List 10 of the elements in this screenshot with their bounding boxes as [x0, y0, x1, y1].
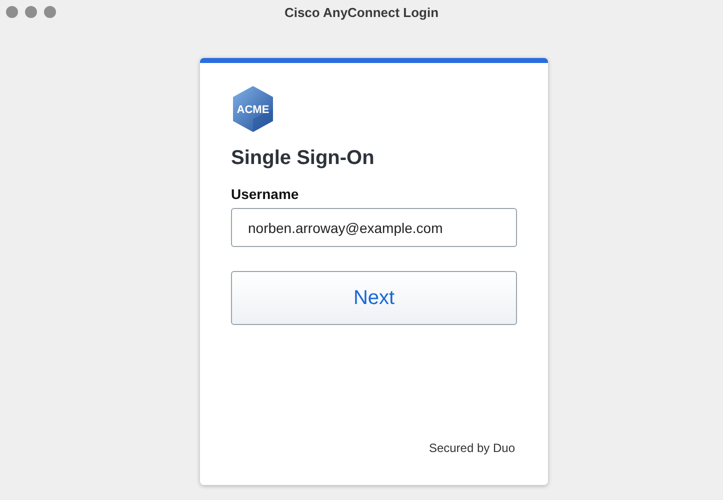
close-button[interactable]: [6, 6, 18, 18]
window-title: Cisco AnyConnect Login: [284, 5, 439, 20]
zoom-button[interactable]: [44, 6, 56, 18]
heading: Single Sign-On: [231, 147, 374, 170]
next-button[interactable]: Next: [231, 271, 517, 325]
username-field[interactable]: norben.arroway@example.com: [231, 208, 517, 247]
logo: ACME: [231, 85, 275, 133]
minimize-button[interactable]: [25, 6, 37, 18]
field-label: Username: [231, 186, 299, 202]
footer-text: Secured by Duo: [428, 441, 515, 455]
